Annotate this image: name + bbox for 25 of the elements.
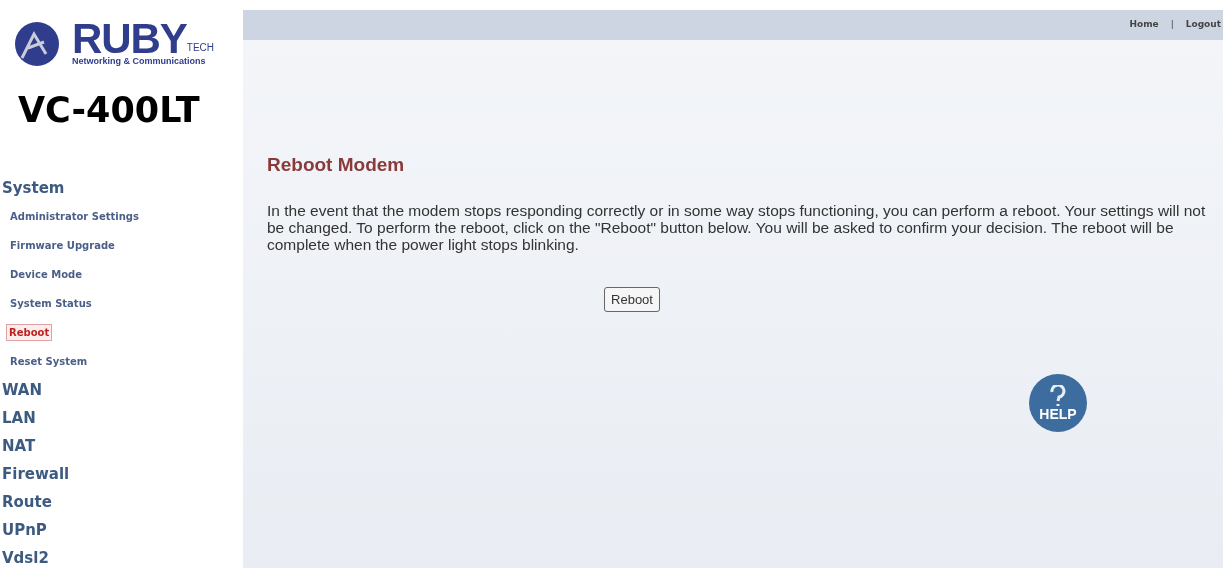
separator: | [1170,18,1174,32]
menu-section[interactable]: System [2,174,65,202]
menu-section[interactable]: LAN [2,404,36,432]
logo-tagline: Networking & Communications [72,56,207,66]
reboot-button[interactable]: Reboot [604,286,660,312]
description-text: In the event that the modem stops responding correctly or in some way stops functioning, you can perform a reboot. Your settings will not be changed. To perform the reboot, click on the "Reboot" button below. You will be asked to confirm your decision. The reboot will be complete when the power light stops blinking. [267,201,1207,253]
menu-section[interactable]: Firewall [2,460,70,488]
page-title: Reboot Modem [267,153,406,177]
menu-section[interactable]: Route [2,488,52,516]
menu-section[interactable]: WAN [2,376,43,404]
help-icon[interactable]: HELP [1029,374,1087,432]
menu-item[interactable]: Firmware Upgrade [7,237,118,254]
menu-item[interactable]: Administrator Settings [7,208,142,225]
menu-section[interactable]: NAT [2,432,36,460]
menu-item[interactable]: Device Mode [7,266,85,283]
model-name: VC-400LT [17,90,201,130]
menu-item[interactable]: System Status [7,295,95,312]
logo-text: RUBY [72,20,187,57]
menu-item[interactable]: Reset System [7,353,91,370]
nav-link[interactable]: Logout [1185,18,1221,32]
menu-section[interactable]: UPnP [2,516,47,544]
logo-text: TECH [186,42,215,53]
nav-link[interactable]: Home [1129,18,1159,32]
menu-item[interactable]: Reboot [6,324,53,341]
menu-section[interactable]: Vdsl2 [2,544,49,568]
